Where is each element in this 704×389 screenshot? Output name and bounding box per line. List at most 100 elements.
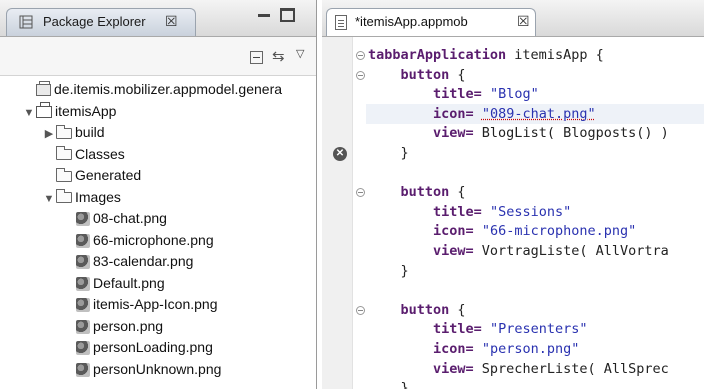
tree-item-label: itemisApp [55, 102, 117, 119]
code-string: "Sessions" [489, 203, 572, 220]
tree-item[interactable]: itemis-App-Icon.png [62, 293, 218, 315]
view-menu-icon[interactable]: ▽ [296, 47, 304, 60]
collapse-all-icon[interactable] [250, 51, 263, 64]
code-string: "089-chat.png" [481, 105, 596, 122]
code-line: icon= "66-microphone.png" [368, 221, 636, 241]
tree-item[interactable]: ▶ build [42, 121, 105, 143]
tree-item[interactable]: 08-chat.png [62, 207, 167, 229]
code-keyword: title= [433, 203, 482, 220]
tree-item[interactable]: ▼ itemisApp [22, 100, 116, 122]
code-line: button { [368, 182, 466, 202]
code-line: button { [368, 300, 466, 320]
error-icon[interactable]: ✕ [333, 147, 347, 161]
tree-item[interactable]: Generated [42, 164, 141, 186]
tree-item[interactable]: Classes [42, 143, 125, 165]
maximize-icon[interactable] [280, 8, 295, 22]
tree-item-label: 83-calendar.png [93, 253, 194, 269]
fold-toggle-icon[interactable] [356, 188, 365, 198]
code-line: } [368, 378, 409, 389]
fold-toggle-icon[interactable] [356, 51, 365, 60]
editor-ruler: ✕ [322, 37, 353, 389]
code-keyword: tabbarApplication [368, 47, 507, 63]
image-file-icon [76, 233, 90, 248]
tree-item-label: personUnknown.png [93, 360, 222, 377]
image-file-icon [76, 276, 90, 291]
code-keyword: view= [433, 243, 474, 259]
editor-tabbar: *itemisApp.appmob ☒ [322, 0, 704, 37]
image-file-icon [76, 319, 90, 334]
code-line: button { [368, 65, 466, 85]
tree-item-label: build [75, 124, 105, 140]
close-icon[interactable]: ☒ [517, 13, 530, 30]
tree-item[interactable]: person.png [62, 315, 163, 337]
code-text: itemisApp { [506, 47, 604, 63]
tree-item-label: itemis-App-Icon.png [93, 296, 218, 312]
code-string: "66-microphone.png" [481, 223, 637, 240]
tree-item[interactable]: Default.png [62, 272, 165, 294]
code-keyword: button [400, 66, 450, 83]
expanded-arrow-icon[interactable]: ▼ [22, 102, 36, 124]
code-keyword: button [400, 301, 450, 318]
code-line: view= VortragListe( AllVortra [368, 241, 669, 261]
code-keyword: icon= [433, 223, 474, 240]
code-text: } [368, 262, 409, 279]
folder-icon [56, 189, 72, 204]
code-keyword: icon= [433, 341, 474, 357]
code-keyword: title= [433, 86, 482, 103]
package-explorer-toolbar: ⇆ ▽ [0, 37, 316, 76]
code-line: view= BlogList( Blogposts() ) [368, 123, 669, 143]
code-line: icon= "089-chat.png" [368, 104, 596, 124]
tree-item[interactable]: 83-calendar.png [62, 250, 193, 272]
code-text: BlogList( Blogposts() ) [473, 125, 669, 142]
code-string: "Blog" [489, 86, 539, 103]
code-text: } [368, 145, 409, 161]
tree-item-label: 66-microphone.png [93, 231, 214, 248]
editor-tab[interactable]: *itemisApp.appmob ☒ [326, 8, 536, 36]
jar-icon [36, 81, 51, 97]
package-explorer-icon [19, 15, 33, 29]
tree-item[interactable]: personUnknown.png [62, 358, 221, 380]
tree-item-label: Images [75, 188, 121, 205]
folder-icon [56, 167, 72, 182]
code-text: { [449, 184, 466, 201]
image-file-icon [76, 212, 90, 227]
code-text: { [449, 66, 466, 83]
code-editor: *itemisApp.appmob ☒ ✕ tabbarApplication … [322, 0, 704, 389]
fold-toggle-icon[interactable] [356, 70, 365, 80]
package-explorer-tabbar: Package Explorer ☒ [0, 0, 316, 37]
code-line: title= "Blog" [368, 84, 539, 104]
code-text: { [449, 301, 466, 318]
tree-item[interactable]: de.itemis.mobilizer.appmodel.genera [22, 78, 282, 100]
code-line: view= SprecherListe( AllSprec [368, 359, 669, 379]
tree-item[interactable]: ▼ Images [42, 186, 121, 208]
link-with-editor-icon[interactable]: ⇆ [272, 47, 285, 65]
package-explorer-view: Package Explorer ☒ ⇆ ▽ de.itemis.mobiliz… [0, 0, 317, 389]
tree-item[interactable]: 66-microphone.png [62, 229, 214, 251]
expanded-arrow-icon[interactable]: ▼ [42, 188, 56, 210]
minimize-icon[interactable] [258, 14, 270, 17]
code-string: "person.png" [481, 341, 580, 357]
tree-item-label: Default.png [93, 274, 165, 291]
code-line: title= "Sessions" [368, 202, 571, 222]
tree-item[interactable]: personLoading.png [62, 336, 213, 358]
code-text: VortragListe( AllVortra [473, 243, 669, 259]
project-icon [36, 101, 52, 118]
fold-toggle-icon[interactable] [356, 305, 365, 315]
package-explorer-title: Package Explorer [43, 14, 146, 29]
close-icon[interactable]: ☒ [165, 13, 178, 30]
package-explorer-tab[interactable]: Package Explorer ☒ [6, 8, 196, 36]
